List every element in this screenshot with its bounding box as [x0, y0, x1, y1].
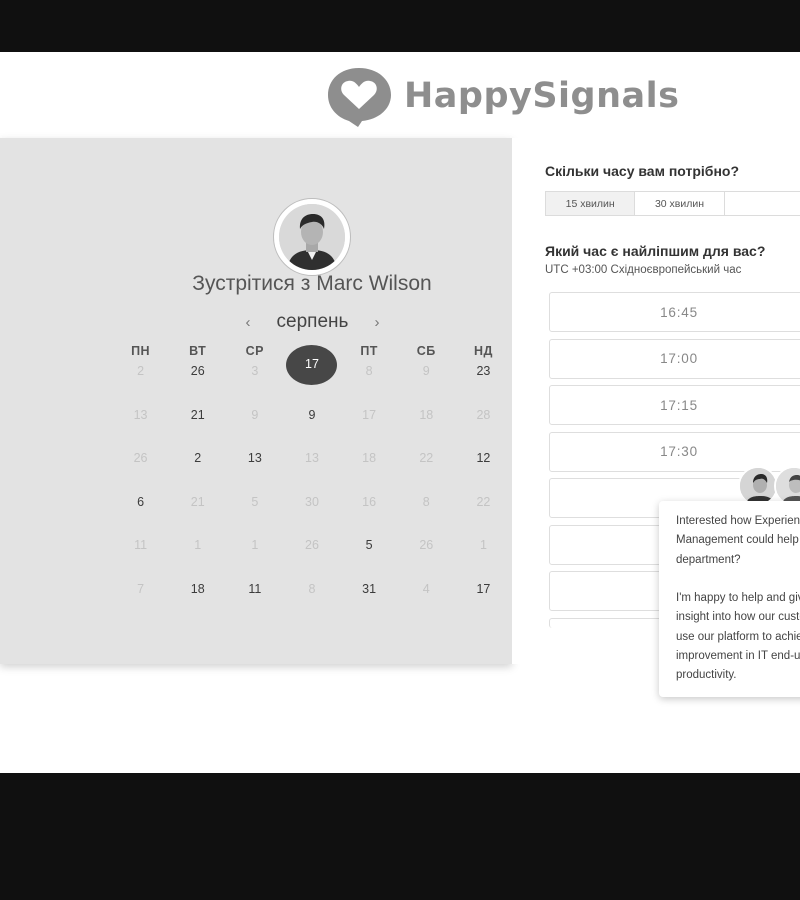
weekday-tue: ВТ: [189, 344, 207, 358]
bottom-letterbox-bar: [0, 773, 800, 900]
duration-question: Скільки часу вам потрібно?: [545, 163, 740, 179]
calendar-day[interactable]: 6: [112, 495, 169, 509]
calendar-day: 3: [251, 364, 259, 378]
calendar-week-4: 6 21 5 30 16 8 22: [112, 495, 512, 539]
time-slot[interactable]: 17:15: [549, 385, 800, 425]
calendar-day[interactable]: 17: [455, 582, 512, 596]
chat-message-text: Interested how Experience Management cou…: [676, 515, 800, 682]
calendar-week-1: 2 26 3 17 8 9 23: [112, 345, 512, 408]
host-photo: [279, 204, 345, 270]
calendar-day: 9: [422, 364, 430, 378]
weekday-fri: ПТ: [360, 344, 378, 358]
duration-option-3[interactable]: [725, 192, 800, 215]
calendar-day[interactable]: 13: [226, 451, 283, 465]
calendar-day-selected[interactable]: 17: [283, 345, 340, 385]
calendar-day: 7: [137, 581, 145, 596]
duration-option-30[interactable]: 30 хвилин: [635, 192, 725, 215]
heart-speech-bubble-icon: [328, 68, 391, 127]
calendar-day: 16: [362, 494, 377, 509]
calendar-day: 9: [251, 407, 259, 422]
calendar-day: 1: [194, 538, 202, 552]
weekday-mon: ПН: [131, 344, 151, 358]
scheduling-page: HappySignals Зустрітися з Marc Wilson ‹ …: [0, 52, 800, 773]
weekday-sun: НД: [473, 344, 493, 358]
calendar-day[interactable]: 2: [169, 451, 226, 465]
happysignals-logo: HappySignals: [322, 64, 679, 128]
timezone-label[interactable]: UTC +03:00 Східноєвропейський час: [545, 264, 741, 276]
calendar-day: 2: [137, 364, 145, 378]
calendar-day: 11: [134, 538, 148, 552]
month-navigation: ‹ серпень ›: [240, 310, 385, 334]
calendar-day[interactable]: 23: [455, 364, 512, 378]
calendar-day: 8: [308, 581, 316, 596]
chevron-left-icon[interactable]: ‹: [240, 314, 256, 331]
calendar-panel: Зустрітися з Marc Wilson ‹ серпень › ПН …: [0, 138, 512, 664]
calendar-day: 4: [422, 581, 430, 596]
duration-option-15[interactable]: 15 хвилин: [546, 192, 636, 215]
time-slot[interactable]: 16:45: [549, 292, 800, 332]
calendar-day: 22: [476, 494, 491, 509]
calendar-day[interactable]: 18: [169, 582, 226, 596]
calendar-day: 18: [362, 451, 377, 465]
calendar-day: 5: [251, 494, 259, 509]
selected-day-number: 17: [305, 357, 319, 371]
duration-tabs: 15 хвилин 30 хвилин: [545, 191, 800, 216]
calendar-day: 21: [190, 494, 205, 509]
calendar-day: 26: [133, 451, 148, 465]
chat-message-bubble[interactable]: Interested how Experience Management cou…: [659, 501, 800, 697]
calendar-week-3: 26 2 13 13 18 22 12: [112, 451, 512, 495]
weekday-wed: СР: [245, 344, 265, 358]
calendar-day: 22: [419, 451, 434, 465]
calendar-day: 8: [422, 494, 430, 509]
calendar-grid: ПН ВТ СР ЧТ ПТ СБ НД 2 26 3 17 8 9 23 13…: [112, 344, 512, 625]
calendar-day[interactable]: 5: [341, 538, 398, 552]
calendar-day: 26: [305, 538, 319, 552]
calendar-day: 13: [305, 451, 319, 465]
calendar-day[interactable]: 12: [455, 451, 512, 465]
calendar-day[interactable]: 11: [226, 582, 283, 596]
month-label: серпень: [276, 311, 349, 332]
calendar-day: 30: [305, 494, 319, 509]
top-letterbox-bar: [0, 0, 800, 52]
time-question: Який час є найліпшим для вас?: [545, 243, 766, 259]
time-slot[interactable]: 17:00: [549, 338, 800, 379]
calendar-day: 13: [133, 407, 148, 422]
calendar-day: 28: [476, 407, 491, 422]
calendar-day: 18: [419, 407, 434, 422]
calendar-week-6: 7 18 11 8 31 4 17: [112, 582, 512, 626]
person-portrait-icon: [279, 204, 345, 270]
calendar-day: 17: [362, 407, 377, 422]
calendar-day[interactable]: 9: [283, 408, 340, 422]
weekday-sat: СБ: [416, 344, 436, 358]
calendar-week-5: 11 1 1 26 5 26 1: [112, 538, 512, 582]
chevron-right-icon[interactable]: ›: [369, 314, 385, 331]
chat-agent-avatar: [738, 466, 778, 506]
calendar-day: 26: [419, 538, 434, 552]
calendar-day[interactable]: 31: [341, 582, 398, 596]
calendar-day: 8: [365, 364, 373, 378]
host-avatar: [273, 198, 351, 276]
chat-agent-avatar: [774, 466, 800, 506]
logo-wordmark: HappySignals: [404, 76, 680, 116]
calendar-day: 1: [251, 538, 259, 552]
calendar-day: 1: [479, 538, 487, 552]
calendar-day[interactable]: 26: [169, 364, 226, 378]
calendar-week-2: 13 21 9 9 17 18 28: [112, 408, 512, 452]
calendar-day[interactable]: 21: [169, 408, 226, 422]
